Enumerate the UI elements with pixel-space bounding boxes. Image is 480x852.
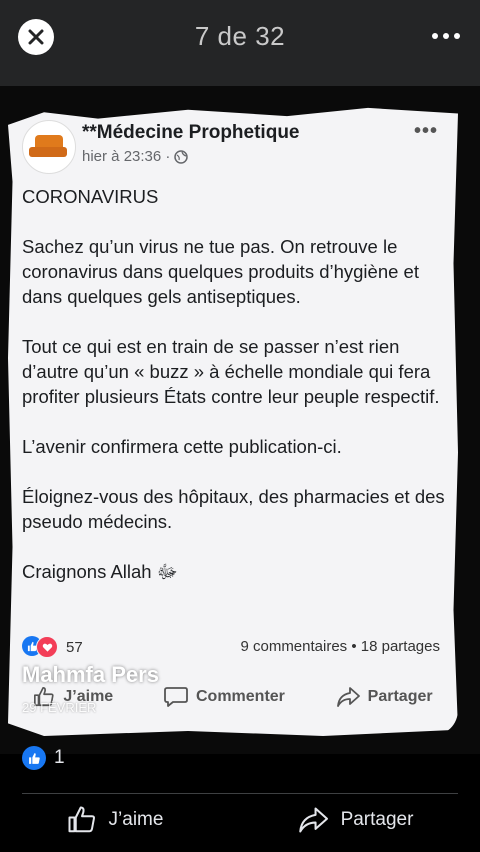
more-icon bbox=[432, 33, 438, 39]
post-paragraph: CORONAVIRUS bbox=[22, 186, 159, 207]
page-avatar bbox=[22, 120, 76, 174]
thumbs-up-icon bbox=[68, 806, 95, 833]
screenshot-post-card: **Médecine Prophetique ••• hier à 23:36 … bbox=[8, 107, 458, 736]
like-label: J’aime bbox=[108, 809, 164, 830]
post-stats: 9 commentaires • 18 partages bbox=[240, 638, 440, 655]
reactions-count: 57 bbox=[66, 638, 83, 656]
watermark-date: 29 FÉVRIER bbox=[22, 700, 97, 715]
post-comment-label: Commenter bbox=[195, 688, 285, 705]
share-icon bbox=[298, 807, 328, 833]
post-paragraph: Tout ce qui est en train de se passer n’… bbox=[22, 336, 440, 407]
more-button[interactable] bbox=[432, 33, 460, 39]
bottom-action-bar: J’aime Partager bbox=[0, 805, 480, 835]
likes-summary[interactable]: 1 bbox=[22, 746, 65, 770]
love-reaction-icon bbox=[36, 636, 58, 658]
post-share-button: Partager bbox=[336, 686, 433, 708]
post-paragraph: Sachez qu’un virus ne tue pas. On retrou… bbox=[22, 236, 419, 307]
post-reactions: 57 bbox=[22, 636, 83, 658]
post-time-text: hier à 23:36 · bbox=[82, 148, 171, 165]
like-reaction-icon bbox=[22, 746, 46, 770]
share-button[interactable]: Partager bbox=[297, 806, 414, 834]
share-icon bbox=[336, 687, 360, 707]
like-button[interactable]: J’aime bbox=[67, 805, 164, 835]
photo-counter: 7 de 32 bbox=[194, 21, 286, 51]
divider bbox=[22, 793, 458, 794]
post-paragraph: Craignons Allah ﷻ bbox=[22, 561, 178, 582]
globe-icon bbox=[174, 149, 189, 164]
photo-area: **Médecine Prophetique ••• hier à 23:36 … bbox=[0, 86, 480, 754]
post-paragraph: Éloignez-vous des hôpitaux, des pharmaci… bbox=[22, 486, 445, 532]
likes-count: 1 bbox=[54, 747, 65, 768]
post-body: CORONAVIRUS Sachez qu’un virus ne tue pa… bbox=[22, 184, 446, 609]
comment-icon bbox=[164, 687, 188, 707]
viewer-header: 7 de 32 bbox=[0, 0, 480, 86]
post-share-label: Partager bbox=[367, 688, 433, 705]
page-name: **Médecine Prophetique bbox=[82, 122, 300, 143]
post-timestamp: hier à 23:36 · bbox=[82, 148, 189, 165]
share-label: Partager bbox=[340, 809, 414, 830]
post-comment-button: Commenter bbox=[164, 686, 285, 708]
post-paragraph: L’avenir confirmera cette publication-ci… bbox=[22, 436, 342, 457]
post-more-icon: ••• bbox=[413, 120, 438, 142]
watermark-name: Mahmfa Pers bbox=[22, 662, 159, 687]
